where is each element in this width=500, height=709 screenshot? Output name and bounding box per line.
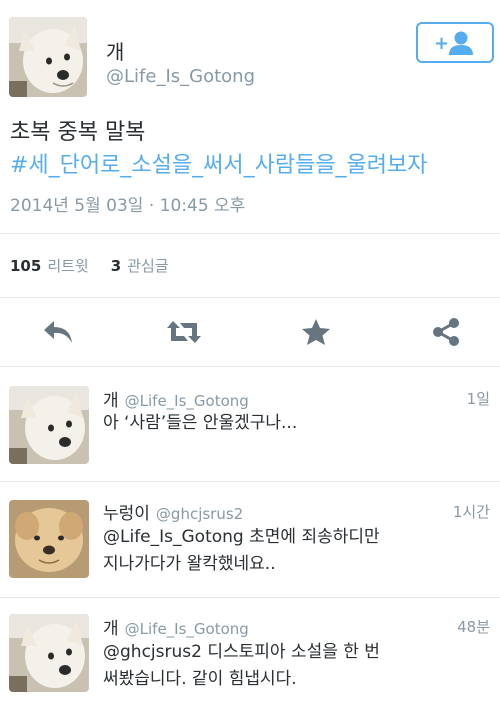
- retweets-label[interactable]: 리트윗: [47, 255, 88, 276]
- author-handle[interactable]: @Life_Is_Gotong: [106, 66, 255, 87]
- reply-text: @Life_Is_Gotong 초면에 죄송하디만 지나가다가 왈칵했네요..: [103, 524, 483, 578]
- reply-author-handle[interactable]: @Life_Is_Gotong: [125, 620, 249, 638]
- reply-avatar[interactable]: [9, 614, 89, 692]
- reply-author-handle[interactable]: @Life_Is_Gotong: [125, 392, 249, 410]
- reply-author: 누렁이 @ghcjsrus2: [103, 499, 243, 524]
- retweets-count[interactable]: 105: [10, 257, 41, 275]
- favorites-count[interactable]: 3: [111, 257, 121, 275]
- favorites-label[interactable]: 관심글: [127, 255, 168, 276]
- author-name[interactable]: 개: [106, 36, 124, 65]
- reply-author: 개 @Life_Is_Gotong: [103, 614, 249, 639]
- reply-text: 아 ‘사람’들은 안울겠구나...: [103, 410, 483, 437]
- divider: [0, 297, 500, 298]
- reply-text-line: @Life_Is_Gotong 초면에 죄송하디만: [103, 527, 380, 547]
- reply-avatar[interactable]: [9, 386, 89, 464]
- divider: [0, 366, 500, 367]
- reply-text-line: 아 ‘사람’들은 안울겠구나...: [103, 413, 298, 433]
- reply-author-handle[interactable]: @ghcjsrus2: [156, 505, 243, 523]
- favorite-icon: [302, 319, 330, 345]
- favorite-button[interactable]: [298, 316, 334, 348]
- reply-avatar[interactable]: [9, 500, 89, 578]
- reply-author-name[interactable]: 누렁이: [103, 504, 150, 524]
- follow-button[interactable]: +: [416, 22, 494, 63]
- add-user-icon: +: [434, 31, 473, 55]
- retweet-button[interactable]: [166, 316, 202, 348]
- reply-author-name[interactable]: 개: [103, 619, 119, 639]
- reply-time[interactable]: 1일: [467, 388, 490, 409]
- reply-button[interactable]: [40, 316, 76, 348]
- reply-author: 개 @Life_Is_Gotong: [103, 386, 249, 411]
- share-icon: [433, 318, 459, 346]
- reply-author-name[interactable]: 개: [103, 391, 119, 411]
- author-avatar[interactable]: [9, 17, 87, 97]
- top-edge: [0, 0, 500, 8]
- reply-text-line: @ghcjsrus2 디스토피아 소설을 한 번: [103, 642, 380, 662]
- divider: [0, 597, 500, 598]
- svg-text:+: +: [434, 33, 449, 54]
- share-button[interactable]: [428, 316, 464, 348]
- hashtag-link[interactable]: #세_단어로_소설을_써서_사람들을_울려보자: [10, 149, 495, 182]
- tweet-text-line: 초복 중복 말복: [10, 120, 146, 145]
- retweet-icon: [167, 321, 201, 343]
- tweet-stats: 105 리트윗 3 관심글: [10, 255, 169, 276]
- divider: [0, 233, 500, 234]
- tweet-timestamp[interactable]: 2014년 5월 03일 · 10:45 오후: [10, 191, 245, 216]
- reply-time[interactable]: 48분: [457, 616, 490, 637]
- reply-text-line: 써봤습니다. 같이 힘냅시다.: [103, 669, 297, 689]
- reply-text: @ghcjsrus2 디스토피아 소설을 한 번 써봤습니다. 같이 힘냅시다.: [103, 639, 483, 693]
- divider: [0, 481, 500, 482]
- reply-icon: [44, 321, 72, 343]
- reply-text-line: 지나가다가 왈칵했네요..: [103, 554, 276, 574]
- tweet-text: 초복 중복 말복 #세_단어로_소설을_써서_사람들을_울려보자: [10, 116, 495, 182]
- reply-time[interactable]: 1시간: [453, 501, 490, 522]
